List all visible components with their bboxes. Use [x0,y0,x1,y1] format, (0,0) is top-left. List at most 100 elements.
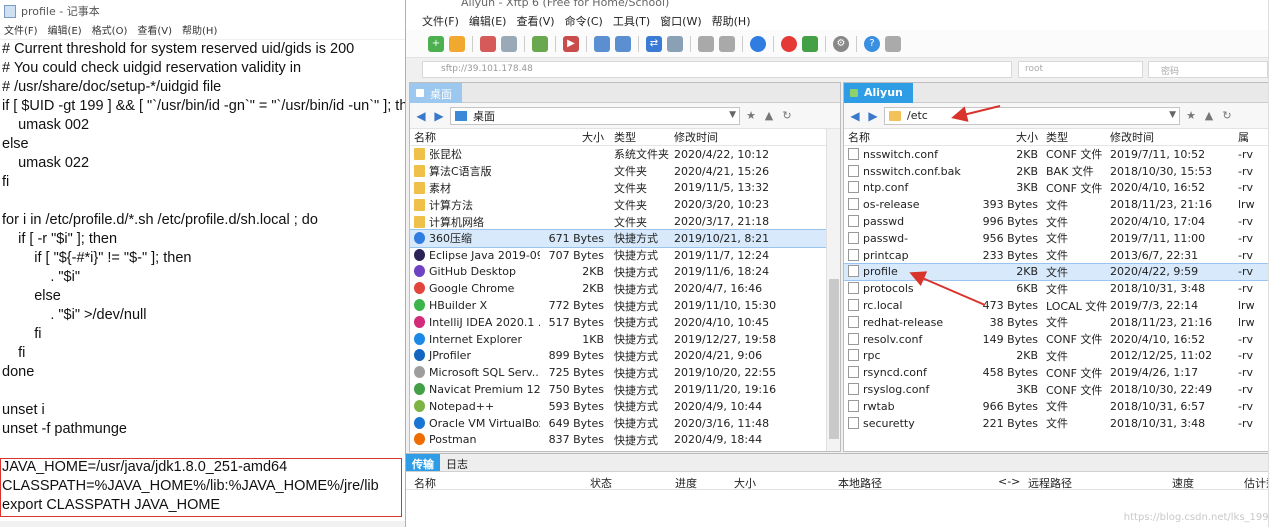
file-row[interactable]: 计算机网络 文件夹 2020/3/17, 21:18 [410,213,840,230]
up-folder-icon[interactable]: ▲ [1202,109,1216,122]
col-attributes[interactable]: 属 [1238,129,1268,145]
menu-file[interactable]: 文件(F) [4,22,38,39]
file-row[interactable]: Internet Explorer 1KB 快捷方式 2019/12/27, 19:5… [410,331,840,348]
back-arrow-icon[interactable]: ◀ [848,109,862,123]
globe-icon[interactable] [750,35,766,52]
col-type[interactable]: 类型 [604,129,674,145]
xmenu-window[interactable]: 窗口(W) [660,13,701,29]
open-folder-icon[interactable] [449,35,465,52]
file-row[interactable]: nsswitch.conf.bak 2KB BAK 文件 2018/10/30, 15… [844,163,1280,180]
chevron-down-icon[interactable]: ▼ [1169,110,1176,120]
xmenu-view[interactable]: 查看(V) [516,13,554,29]
menu-view[interactable]: 查看(V) [137,22,172,39]
remote-path-input[interactable]: /etc ▼ [884,106,1180,125]
gear-icon[interactable]: ⚙ [833,35,849,52]
xmenu-help[interactable]: 帮助(H) [712,13,751,29]
username-input[interactable]: root [1018,61,1143,78]
file-row[interactable]: printcap 233 Bytes 文件 2013/6/7, 22:31 -rv [844,247,1280,264]
notepad-text-area[interactable]: # Current threshold for system reserved … [0,40,405,515]
transfer-col-direction[interactable]: <-> [998,475,1020,488]
download-icon[interactable] [615,35,631,52]
new-session-icon[interactable]: + [428,35,444,52]
file-row[interactable]: GitHub Desktop 2KB 快捷方式 2019/11/6, 18:24 [410,264,840,281]
file-row[interactable]: os-release 393 Bytes 文件 2018/11/23, 21:16 lr… [844,196,1280,213]
bookmark-star-icon[interactable]: ★ [744,109,758,122]
file-row[interactable]: HBuilder X 772 Bytes 快捷方式 2019/11/10, 15:30 [410,297,840,314]
col-size[interactable]: 大小 [974,129,1038,145]
xagent-icon[interactable] [802,35,818,52]
tab-log[interactable]: 日志 [440,454,474,471]
col-modified[interactable]: 修改时间 [674,129,814,145]
file-row[interactable]: Navicat Premium 12 750 Bytes 快捷方式 2019/11/2… [410,381,840,398]
password-input[interactable]: 密码 [1148,61,1268,78]
reconnect-icon[interactable] [501,35,517,52]
col-size[interactable]: 大小 [540,129,604,145]
refresh-icon[interactable] [667,35,683,52]
forward-arrow-icon[interactable]: ▶ [866,109,880,123]
menu-help[interactable]: 帮助(H) [182,22,217,39]
more-icon[interactable] [885,35,901,52]
tab-remote-aliyun[interactable]: Aliyun [844,83,913,103]
col-type[interactable]: 类型 [1038,129,1108,145]
file-row[interactable]: securetty 221 Bytes 文件 2018/10/31, 3:48 -rv [844,415,1280,432]
up-folder-icon[interactable]: ▲ [762,109,776,122]
col-name[interactable]: 名称 [844,129,974,145]
paste-icon[interactable] [719,35,735,52]
file-row[interactable]: Google Chrome 2KB 快捷方式 2020/4/7, 16:46 [410,280,840,297]
file-row[interactable]: nsswitch.conf 2KB CONF 文件 2019/7/11, 10:52 -… [844,146,1280,163]
refresh-icon[interactable]: ↻ [780,109,794,122]
file-row[interactable]: rsyncd.conf 458 Bytes CONF 文件 2019/4/26, 1:… [844,364,1280,381]
upload-icon[interactable] [594,35,610,52]
local-vscrollbar[interactable] [826,129,840,451]
help-icon[interactable]: ? [864,35,880,52]
forward-arrow-icon[interactable]: ▶ [432,109,446,123]
file-row[interactable]: 素材 文件夹 2019/11/5, 13:32 [410,180,840,197]
col-name[interactable]: 名称 [410,129,540,145]
xmenu-tools[interactable]: 工具(T) [613,13,650,29]
bookmark-star-icon[interactable]: ★ [1184,109,1198,122]
file-row[interactable]: JProfiler 899 Bytes 快捷方式 2020/4/21, 9:06 [410,348,840,365]
tab-transfer[interactable]: 传输 [406,454,440,471]
file-row[interactable]: 张昆松 系统文件夹 2020/4/22, 10:12 [410,146,840,163]
file-row[interactable]: rpc 2KB 文件 2012/12/25, 11:02 -rv [844,348,1280,365]
refresh-icon[interactable]: ↻ [1220,109,1234,122]
xshell-icon[interactable] [781,35,797,52]
play-icon[interactable]: ▶ [563,35,579,52]
disconnect-icon[interactable] [480,35,496,52]
host-input[interactable]: sftp://39.101.178.48 [422,61,1012,78]
file-row[interactable]: Oracle VM VirtualBox 649 Bytes 快捷方式 2020/3/… [410,415,840,432]
transfer-col-status[interactable]: 状态 [590,475,612,491]
file-row[interactable]: rc.local 473 Bytes LOCAL 文件 2019/7/3, 22:14… [844,297,1280,314]
xmenu-command[interactable]: 命令(C) [565,13,603,29]
file-row[interactable]: Postman 837 Bytes 快捷方式 2020/4/9, 18:44 [410,432,840,449]
file-row[interactable]: rsyslog.conf 3KB CONF 文件 2018/10/30, 22:49 -… [844,381,1280,398]
chevron-down-icon[interactable]: ▼ [729,110,736,120]
menu-format[interactable]: 格式(O) [92,22,128,39]
xmenu-file[interactable]: 文件(F) [422,13,459,29]
file-row[interactable]: Eclipse Java 2019-09 707 Bytes 快捷方式 2019/11… [410,247,840,264]
file-row[interactable]: IntelliJ IDEA 2020.1 ... 517 Bytes 快捷方式 202… [410,314,840,331]
file-row[interactable]: 计算方法 文件夹 2020/3/20, 10:23 [410,196,840,213]
file-row[interactable]: 算法C语言版 文件夹 2020/4/21, 15:26 [410,163,840,180]
file-row[interactable]: ntp.conf 3KB CONF 文件 2020/4/10, 16:52 -rv [844,180,1280,197]
transfer-col-local-path[interactable]: 本地路径 [838,475,882,491]
xmenu-edit[interactable]: 编辑(E) [469,13,507,29]
file-row[interactable]: redhat-release 38 Bytes 文件 2018/11/23, 21:1… [844,314,1280,331]
transfer-col-name[interactable]: 名称 [414,475,436,491]
transfer-col-size[interactable]: 大小 [734,475,756,491]
file-row[interactable]: protocols 6KB 文件 2018/10/31, 3:48 -rv [844,280,1280,297]
tab-local-desktop[interactable]: 桌面 [410,83,462,103]
local-path-input[interactable]: 桌面 ▼ [450,106,740,125]
notepad-hscrollbar[interactable] [0,521,405,527]
file-row[interactable]: 360压缩 671 Bytes 快捷方式 2019/10/21, 8:21 [410,228,840,248]
file-row[interactable]: passwd- 956 Bytes 文件 2019/7/11, 11:00 -rv [844,230,1280,247]
new-folder-icon[interactable] [532,35,548,52]
file-row[interactable]: resolv.conf 149 Bytes CONF 文件 2020/4/10, 16… [844,331,1280,348]
back-arrow-icon[interactable]: ◀ [414,109,428,123]
transfer-col-progress[interactable]: 进度 [675,475,697,491]
file-row[interactable]: profile 2KB 文件 2020/4/22, 9:59 -rv [844,262,1280,282]
transfer-col-remote-path[interactable]: 远程路径 [1028,475,1072,491]
col-modified[interactable]: 修改时间 [1108,129,1238,145]
file-row[interactable]: passwd 996 Bytes 文件 2020/4/10, 17:04 -rv [844,213,1280,230]
copy-icon[interactable] [698,35,714,52]
